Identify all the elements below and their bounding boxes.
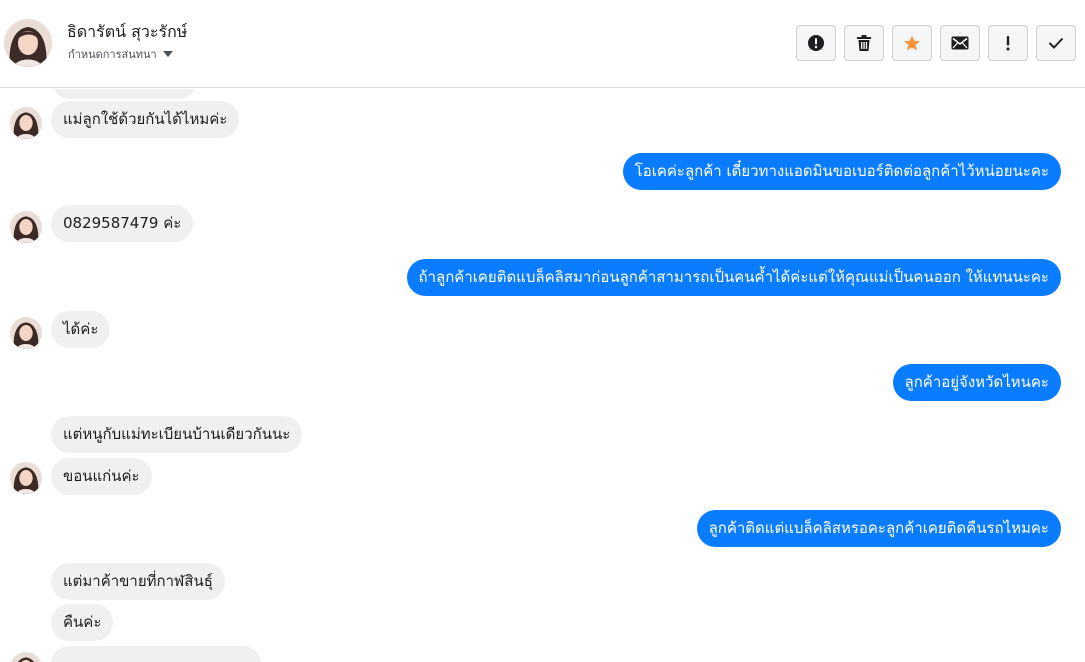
star-icon [904, 35, 920, 51]
envelope-icon [951, 36, 969, 50]
message-incoming: คืนค่ะ [51, 604, 114, 641]
conversation-header: ธิดารัตน์ สุวะรักษ์ กำหนดการสนทนา [0, 0, 1085, 88]
flag-button[interactable] [988, 25, 1028, 61]
contact-name: ธิดารัตน์ สุวะรักษ์ [67, 22, 188, 41]
message-incoming: ได้ค่ะ [51, 311, 111, 348]
contact-avatar-small [10, 652, 42, 662]
contact-avatar-small [10, 317, 42, 349]
caret-down-icon [162, 51, 173, 57]
message-incoming: แม่ลูกใช้ด้วยกันได้ไหมค่ะ [51, 101, 240, 138]
star-button[interactable] [892, 25, 932, 61]
message-incoming: แต่มาค้าขายที่กาฬสินธุ์ [51, 563, 225, 600]
message-outgoing: ลูกค้าอยู่จังหวัดไหนคะ [892, 364, 1061, 401]
assign-conversation-dropdown[interactable]: กำหนดการสนทนา [68, 45, 173, 63]
message-incoming: แต่หนูกับแม่ทะเบียนบ้านเดียวกันนะ [51, 416, 303, 453]
message-bubble-partial [52, 89, 197, 99]
trash-icon [857, 35, 871, 51]
mark-unread-button[interactable] [940, 25, 980, 61]
contact-avatar[interactable] [4, 19, 52, 67]
done-button[interactable] [1036, 25, 1076, 61]
alert-circle-icon [808, 35, 824, 51]
contact-avatar-small [10, 211, 42, 243]
check-icon [1048, 37, 1064, 49]
message-incoming: 0829587479 ค่ะ [51, 205, 194, 242]
contact-avatar-small [10, 107, 42, 139]
contact-avatar-small [10, 462, 42, 494]
delete-button[interactable] [844, 25, 884, 61]
message-thread[interactable]: แม่ลูกใช้ด้วยกันได้ไหมค่ะ โอเคค่ะลูกค้า … [0, 89, 1085, 662]
mark-spam-button[interactable] [796, 25, 836, 61]
exclamation-icon [1006, 36, 1010, 51]
message-outgoing: โอเคค่ะลูกค้า เดี๋ยวทางแอดมินขอเบอร์ติดต… [622, 153, 1061, 190]
message-outgoing: ถ้าลูกค้าเคยติดแบล็คลิสมาก่อนลูกค้าสามาร… [406, 259, 1061, 296]
message-outgoing: ลูกค้าติดแต่แบล็คลิสหรอคะลูกค้าเคยติดคืน… [696, 510, 1061, 547]
message-bubble-partial [51, 646, 261, 662]
message-incoming: ขอนแก่นค่ะ [51, 458, 152, 495]
assign-conversation-label: กำหนดการสนทนา [68, 48, 157, 61]
conversation-actions [796, 25, 1076, 61]
